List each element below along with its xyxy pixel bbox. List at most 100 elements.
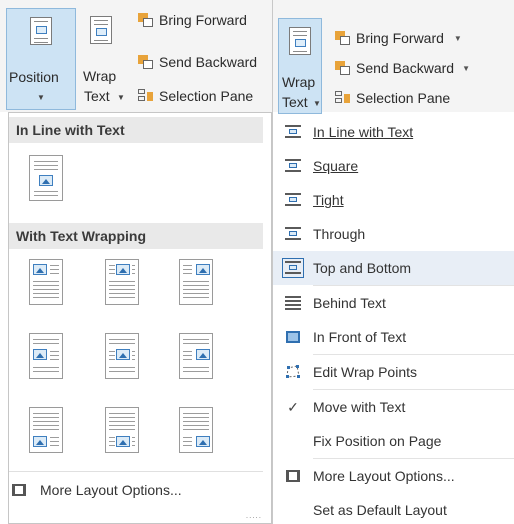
inline-section-header: In Line with Text xyxy=(9,117,263,143)
more-layout-options-button[interactable]: More Layout Options... xyxy=(12,482,182,498)
chevron-down-icon: ▼ xyxy=(462,63,470,73)
ribbon-arrange-group-right: Wrap Text ▼ Bring Forward ▼ Send Backwar… xyxy=(273,0,514,114)
menu-item-set-as-default-layout[interactable]: Set as Default Layout xyxy=(273,493,514,524)
position-label: Position xyxy=(9,69,59,85)
position-panel: Position ▼ Wrap Text ▼ Bring Forward Sen… xyxy=(0,0,272,524)
bottom-center-icon xyxy=(105,407,139,453)
menu-item-edit-wrap-points[interactable]: Edit Wrap Points xyxy=(273,355,514,389)
position-bottom-center[interactable] xyxy=(99,403,149,463)
bottom-left-icon xyxy=(29,407,63,453)
wrap-text-icon xyxy=(289,27,311,55)
position-bottom-left[interactable] xyxy=(23,403,73,463)
bottom-right-icon xyxy=(179,407,213,453)
text-label: Text xyxy=(84,88,110,104)
edit-wrap-points-label: Edit Wrap Points xyxy=(313,364,418,380)
wrap-label: Wrap xyxy=(83,68,117,84)
tight-wrap-icon xyxy=(285,193,301,207)
square-label: Square xyxy=(313,158,359,174)
top-left-icon xyxy=(29,259,63,305)
position-middle-center[interactable] xyxy=(99,329,149,389)
position-middle-right[interactable] xyxy=(173,329,223,389)
square-wrap-icon xyxy=(285,159,301,173)
position-top-right[interactable] xyxy=(173,255,223,315)
bring-forward-button[interactable]: Bring Forward xyxy=(138,10,247,30)
selection-pane-icon xyxy=(335,91,351,105)
menu-item-square[interactable]: Square xyxy=(273,149,514,183)
more-layout-options-label: More Layout Options... xyxy=(313,468,455,484)
bring-forward-icon xyxy=(138,13,154,27)
wrap-text-panel: Wrap Text ▼ Bring Forward ▼ Send Backwar… xyxy=(272,0,514,524)
send-backward-label: Send Backward xyxy=(159,54,258,70)
position-middle-left[interactable] xyxy=(23,329,73,389)
wrap-text-icon xyxy=(90,16,112,44)
bring-forward-label: Bring Forward xyxy=(159,12,247,28)
fix-position-on-page-label: Fix Position on Page xyxy=(313,433,442,449)
ribbon-arrange-group: Position ▼ Wrap Text ▼ Bring Forward Sen… xyxy=(0,0,272,112)
menu-item-in-line-with-text[interactable]: In Line with Text xyxy=(273,115,514,149)
send-backward-label: Send Backward xyxy=(356,60,455,76)
selection-pane-label: Selection Pane xyxy=(356,90,451,106)
bring-forward-button[interactable]: Bring Forward ▼ xyxy=(335,28,462,48)
menu-item-fix-position-on-page[interactable]: Fix Position on Page xyxy=(273,424,514,458)
menu-item-move-with-text[interactable]: ✓ Move with Text xyxy=(273,390,514,424)
menu-item-more-layout-options[interactable]: More Layout Options... xyxy=(273,459,514,493)
checkmark-icon: ✓ xyxy=(287,398,299,415)
set-as-default-layout-label: Set as Default Layout xyxy=(313,502,447,518)
wrap-label: Wrap xyxy=(282,74,316,90)
wrap-text-button[interactable]: Wrap Text ▼ xyxy=(80,8,125,110)
send-backward-button[interactable]: Send Backward ▼ xyxy=(335,58,470,78)
inline-thumbnail-icon xyxy=(29,155,63,201)
front-of-text-icon xyxy=(286,331,300,343)
bring-forward-label: Bring Forward xyxy=(356,30,444,46)
position-dropdown: In Line with Text With Text Wrapping xyxy=(8,112,272,524)
selection-pane-button[interactable]: Selection Pane xyxy=(138,86,253,106)
in-line-with-text-label: In Line with Text xyxy=(313,124,414,140)
send-backward-icon xyxy=(335,61,351,75)
send-backward-button[interactable]: Send Backward xyxy=(138,52,257,72)
menu-item-through[interactable]: Through xyxy=(273,217,514,251)
menu-item-tight[interactable]: Tight xyxy=(273,183,514,217)
chevron-down-icon: ▼ xyxy=(117,93,125,102)
edit-wrap-points-icon xyxy=(286,365,300,378)
selection-pane-button[interactable]: Selection Pane xyxy=(335,88,450,108)
position-top-left[interactable] xyxy=(23,255,73,315)
resize-grip-icon[interactable]: ..... xyxy=(246,511,262,520)
behind-text-label: Behind Text xyxy=(313,295,386,311)
text-label: Text xyxy=(282,94,308,110)
chevron-down-icon: ▼ xyxy=(37,93,45,102)
layout-options-icon xyxy=(286,470,300,482)
middle-right-icon xyxy=(179,333,213,379)
send-backward-icon xyxy=(138,55,154,69)
selection-pane-label: Selection Pane xyxy=(159,88,254,104)
more-layout-options-label: More Layout Options... xyxy=(40,482,182,498)
menu-separator xyxy=(9,471,263,472)
chevron-down-icon: ▼ xyxy=(313,99,321,108)
middle-left-icon xyxy=(29,333,63,379)
through-wrap-icon xyxy=(285,227,301,241)
menu-item-behind-text[interactable]: Behind Text xyxy=(273,286,514,320)
tight-label: Tight xyxy=(313,192,344,208)
in-front-of-text-label: In Front of Text xyxy=(313,329,407,345)
middle-center-icon xyxy=(105,333,139,379)
position-bottom-right[interactable] xyxy=(173,403,223,463)
bring-forward-icon xyxy=(335,31,351,45)
chevron-down-icon: ▼ xyxy=(453,33,462,43)
through-label: Through xyxy=(313,226,366,242)
wrap-text-button-active[interactable]: Wrap Text ▼ xyxy=(278,18,322,114)
top-center-icon xyxy=(105,259,139,305)
selection-pane-icon xyxy=(138,89,154,103)
position-top-center[interactable] xyxy=(99,255,149,315)
top-and-bottom-label: Top and Bottom xyxy=(313,260,412,276)
top-right-icon xyxy=(179,259,213,305)
menu-item-in-front-of-text[interactable]: In Front of Text xyxy=(273,320,514,354)
menu-item-top-and-bottom[interactable]: Top and Bottom xyxy=(273,251,514,285)
position-button[interactable]: Position ▼ xyxy=(6,8,76,110)
inline-position-option[interactable] xyxy=(23,151,73,211)
inline-wrap-icon xyxy=(285,125,301,139)
wrapping-section-header: With Text Wrapping xyxy=(9,223,263,249)
top-bottom-wrap-icon xyxy=(282,258,304,278)
position-icon xyxy=(30,17,52,45)
layout-options-icon xyxy=(12,484,26,496)
move-with-text-label: Move with Text xyxy=(313,399,406,415)
behind-text-icon xyxy=(285,296,301,310)
